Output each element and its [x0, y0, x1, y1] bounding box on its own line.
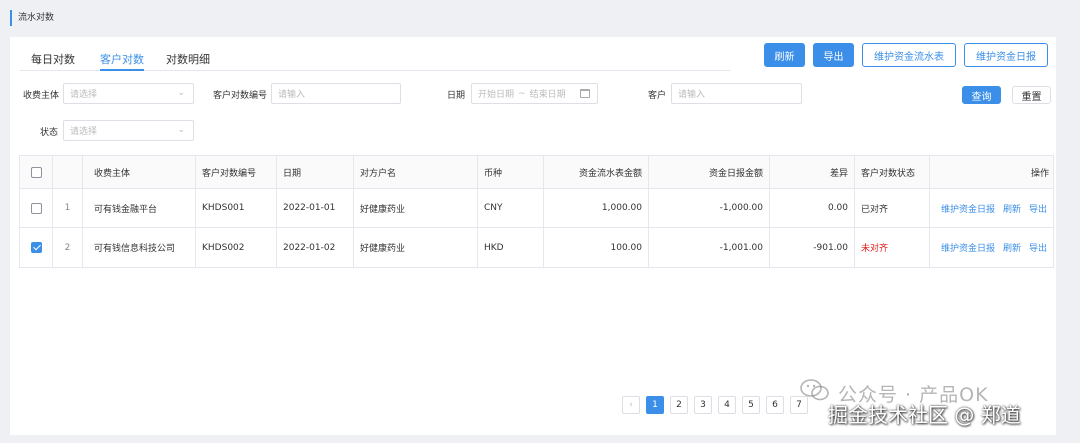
page-button[interactable]: 5: [742, 396, 760, 414]
header-date: 日期: [277, 156, 354, 188]
page-button[interactable]: 1: [646, 396, 664, 414]
tab-customer[interactable]: 客户对数: [100, 51, 144, 67]
index-header: [53, 156, 83, 188]
chevron-down-icon: ⌄: [177, 125, 185, 135]
cell-daily-amount: -1,000.00: [649, 189, 770, 227]
row-index: 2: [53, 228, 83, 267]
query-button[interactable]: 查询: [962, 86, 1001, 104]
watermark-author: 掘金技术社区 @ 郑道: [828, 403, 1021, 427]
maintain-daily-link[interactable]: 维护资金日报: [941, 202, 995, 215]
cell-counterparty: 好健康药业: [354, 189, 478, 227]
recon-no-placeholder: 请输入: [278, 90, 306, 100]
prev-page-button[interactable]: ‹: [622, 396, 640, 414]
recon-no-label: 客户对数编号: [213, 91, 268, 101]
customer-placeholder: 请输入: [678, 90, 706, 100]
customer-input[interactable]: 请输入: [671, 83, 802, 104]
page-button[interactable]: 4: [718, 396, 736, 414]
export-button[interactable]: 导出: [813, 43, 854, 67]
row-select-cell: [20, 189, 53, 227]
row-index: 1: [53, 189, 83, 227]
cell-status: 未对齐: [855, 228, 930, 267]
tab-active-indicator: [100, 69, 144, 71]
row-select-cell: [20, 228, 53, 267]
cell-diff: 0.00: [770, 189, 855, 227]
cell-payee: 可有钱信息科技公司: [83, 228, 196, 267]
pagination: ‹ 1 2 3 4 5 6 7: [622, 396, 808, 414]
export-link[interactable]: 导出: [1029, 241, 1047, 254]
chevron-down-icon: ⌄: [177, 88, 185, 98]
cell-ops: 维护资金日报 刷新 导出: [930, 228, 1055, 267]
cell-recon-no: KHDS002: [196, 228, 277, 267]
payee-placeholder: 请选择: [70, 90, 98, 100]
maintain-daily-link[interactable]: 维护资金日报: [941, 241, 995, 254]
header-counterparty: 对方户名: [354, 156, 478, 188]
customer-label: 客户: [648, 91, 667, 101]
header-diff: 差异: [770, 156, 855, 188]
export-link[interactable]: 导出: [1029, 202, 1047, 215]
cell-flow-amount: 1,000.00: [544, 189, 649, 227]
date-separator: ~: [518, 88, 526, 99]
main-card: 每日对数 客户对数 对数明细 刷新 导出 维护资金流水表 维护资金日报 收费主体…: [10, 37, 1056, 435]
tab-bar: 每日对数 客户对数 对数明细: [20, 37, 730, 71]
refresh-link[interactable]: 刷新: [1003, 202, 1021, 215]
header-recon-no: 客户对数编号: [196, 156, 277, 188]
tab-detail[interactable]: 对数明细: [166, 51, 210, 67]
calendar-icon: [580, 89, 590, 98]
date-end: 结束日期: [529, 90, 566, 100]
row-checkbox[interactable]: [30, 242, 42, 253]
cell-counterparty: 好健康药业: [354, 228, 478, 267]
page-button[interactable]: 3: [694, 396, 712, 414]
header-daily-amount: 资金日报金额: [649, 156, 770, 188]
refresh-link[interactable]: 刷新: [1003, 241, 1021, 254]
status-select[interactable]: 请选择 ⌄: [63, 120, 194, 141]
select-all-cell: [20, 156, 53, 188]
cell-status: 已对齐: [855, 189, 930, 227]
date-start: 开始日期: [478, 90, 515, 100]
cell-currency: HKD: [478, 228, 544, 267]
header-status: 客户对数状态: [855, 156, 930, 188]
recon-table: 收费主体 客户对数编号 日期 对方户名 币种 资金流水表金额 资金日报金额 差异…: [19, 155, 1054, 268]
wechat-icon: [800, 379, 829, 401]
cell-date: 2022-01-02: [277, 228, 354, 267]
page-header: 流水对数: [0, 0, 1080, 36]
header-currency: 币种: [478, 156, 544, 188]
refresh-button[interactable]: 刷新: [764, 43, 805, 67]
status-label: 状态: [40, 128, 59, 138]
select-all-checkbox[interactable]: [30, 166, 42, 178]
cell-daily-amount: -1,001.00: [649, 228, 770, 267]
cell-recon-no: KHDS001: [196, 189, 277, 227]
reset-button[interactable]: 重置: [1012, 86, 1051, 104]
cell-payee: 可有钱金融平台: [83, 189, 196, 227]
table-row: 2 可有钱信息科技公司 KHDS002 2022-01-02 好健康药业 HKD…: [20, 228, 1053, 267]
recon-no-input[interactable]: 请输入: [271, 83, 401, 104]
table-header-row: 收费主体 客户对数编号 日期 对方户名 币种 资金流水表金额 资金日报金额 差异…: [20, 156, 1053, 189]
cell-date: 2022-01-01: [277, 189, 354, 227]
header-ops: 操作: [1030, 168, 1049, 179]
page-button[interactable]: 2: [670, 396, 688, 414]
row-checkbox[interactable]: [30, 202, 42, 214]
cell-currency: CNY: [478, 189, 544, 227]
maintain-flow-button[interactable]: 维护资金流水表: [862, 43, 956, 67]
header-flow-amount: 资金流水表金额: [544, 156, 649, 188]
tab-daily[interactable]: 每日对数: [31, 51, 75, 67]
date-range-picker[interactable]: 开始日期 ~ 结束日期: [471, 83, 598, 104]
cell-ops: 维护资金日报 刷新 导出: [930, 189, 1055, 227]
table-row: 1 可有钱金融平台 KHDS001 2022-01-01 好健康药业 CNY 1…: [20, 189, 1053, 228]
maintain-daily-button[interactable]: 维护资金日报: [964, 43, 1048, 67]
cell-flow-amount: 100.00: [544, 228, 649, 267]
page-title: 流水对数: [10, 10, 54, 26]
payee-select[interactable]: 请选择 ⌄: [63, 83, 194, 104]
payee-label: 收费主体: [23, 91, 60, 101]
cell-diff: -901.00: [770, 228, 855, 267]
page-button[interactable]: 6: [766, 396, 784, 414]
status-placeholder: 请选择: [70, 127, 98, 137]
header-payee: 收费主体: [83, 156, 196, 188]
date-label: 日期: [447, 91, 466, 101]
